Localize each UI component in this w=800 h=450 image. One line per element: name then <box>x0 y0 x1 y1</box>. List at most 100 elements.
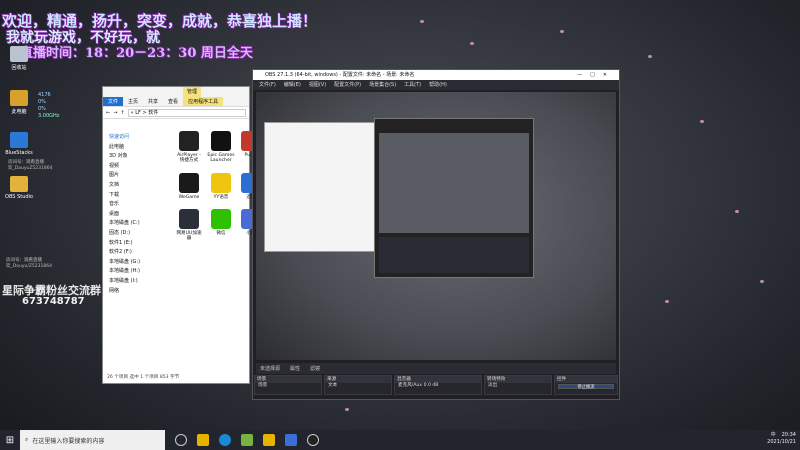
forward-arrow-icon[interactable]: → <box>113 110 117 116</box>
nav-item[interactable]: 音乐 <box>103 200 167 210</box>
menu-item[interactable]: 编辑(E) <box>284 80 301 90</box>
nested-obs-window <box>374 118 534 278</box>
menu-item[interactable]: 帮助(H) <box>429 80 447 90</box>
navigation-pane: 快速访问 此电脑 3D 对象 视频 图片 文档 下载 音乐 桌面 本地磁盘 (C… <box>103 133 167 368</box>
up-arrow-icon[interactable]: ↑ <box>120 110 124 116</box>
nav-item[interactable]: 本地磁盘 (I:) <box>103 277 167 287</box>
file-explorer-window[interactable]: 管理 文件 主页 共享 查看 应用程序工具 ← → ↑ « LF > 软件 快速… <box>102 86 261 384</box>
window-controls-icon[interactable]: —□✕ <box>577 70 615 80</box>
nav-item-network[interactable]: 网络 <box>103 287 167 297</box>
scene-item[interactable]: 场景 <box>255 383 321 389</box>
petal-decoration <box>560 30 564 33</box>
petal-decoration <box>700 120 704 123</box>
nav-item[interactable]: 3D 对象 <box>103 152 167 162</box>
app-label: YY语音 <box>213 195 229 200</box>
bluestacks-icon[interactable]: BlueStacks <box>2 132 36 156</box>
transitions-panel: 转场特效 淡出 <box>484 375 552 395</box>
stop-streaming-button[interactable]: 停止推流 <box>558 384 614 390</box>
nav-item[interactable]: 下载 <box>103 191 167 201</box>
nav-item[interactable]: 本地磁盘 (G:) <box>103 258 167 268</box>
overlay-schedule: 直播时间：18：20－23：30 周日全天 <box>20 46 253 61</box>
tab-view[interactable]: 查看 <box>163 97 183 106</box>
transition-select[interactable]: 淡出 <box>488 383 497 388</box>
app-label: WeGame <box>178 195 200 200</box>
recycle-bin-icon[interactable]: 回收站 <box>2 46 36 71</box>
properties-button[interactable]: 属性 <box>290 365 300 372</box>
manage-label: 管理 <box>183 87 202 97</box>
petal-decoration <box>665 300 669 303</box>
app-epic[interactable]: Epic Games Launcher <box>207 131 235 163</box>
no-source-label: 未选择源 <box>260 366 281 372</box>
obs-taskbar-icon[interactable] <box>307 434 319 446</box>
clock-time[interactable]: 20:34 <box>782 432 796 438</box>
petal-decoration <box>345 408 349 411</box>
taskbar: ⊞ ⌕ 在这里输入你要搜索的内容 中 20:34 2021/10/21 <box>0 430 800 450</box>
nav-item[interactable]: 图片 <box>103 171 167 181</box>
menu-item[interactable]: 工具(T) <box>404 80 421 90</box>
clock-date[interactable]: 2021/10/21 <box>767 439 796 446</box>
nested-panels <box>379 237 529 273</box>
search-icon: ⌕ <box>25 436 29 443</box>
menu-item[interactable]: 场景集合(S) <box>369 80 396 90</box>
mixer-panel: 混音器 麦克风/Aux 0.0 dB <box>394 375 482 395</box>
windows-start-icon[interactable]: ⊞ <box>0 430 20 450</box>
nav-item[interactable]: 软件1 (E:) <box>103 239 167 249</box>
sources-header: 来源 <box>325 376 391 383</box>
petal-decoration <box>420 20 424 23</box>
tab-share[interactable]: 共享 <box>143 97 163 106</box>
edge-icon[interactable] <box>219 434 231 446</box>
sysinfo-value: 0% <box>38 106 46 112</box>
ribbon-tabs: 文件 主页 共享 查看 应用程序工具 <box>103 97 249 107</box>
nav-item-this-pc[interactable]: 此电脑 <box>103 143 167 153</box>
nav-item[interactable]: 本地磁盘 (H:) <box>103 267 167 277</box>
task-view-icon[interactable] <box>175 434 187 446</box>
chat-line: 房间号：观看直播 欢_DauyuZ5231864 <box>8 160 53 171</box>
source-item[interactable]: 文本 <box>325 383 391 389</box>
app-yy[interactable]: YY语音 <box>207 173 235 200</box>
folder-icon[interactable] <box>263 434 275 446</box>
filters-button[interactable]: 滤镜 <box>310 365 320 372</box>
app-label: AirPlayer - 快捷方式 <box>177 153 201 163</box>
this-pc-icon[interactable]: 此电脑 <box>2 90 36 115</box>
store-icon[interactable] <box>241 434 253 446</box>
app-label: 微信 <box>216 231 226 236</box>
app-wechat[interactable]: 微信 <box>207 209 235 236</box>
nav-item[interactable]: 固态 (D:) <box>103 229 167 239</box>
app-icon[interactable] <box>285 434 297 446</box>
menu-item[interactable]: 文件(F) <box>259 80 276 90</box>
controls-panel: 控件 停止推流 <box>554 375 618 395</box>
obs-preview[interactable] <box>256 92 616 360</box>
desktop-icon-label: 回收站 <box>11 65 27 71</box>
nav-item[interactable]: 软件2 (F:) <box>103 248 167 258</box>
controls-header: 控件 <box>555 376 617 383</box>
taskbar-search[interactable]: ⌕ 在这里输入你要搜索的内容 <box>20 430 165 450</box>
search-placeholder: 在这里输入你要搜索的内容 <box>32 437 105 445</box>
nav-item[interactable]: 文档 <box>103 181 167 191</box>
mixer-channel-name: 麦克风/Aux <box>398 383 423 388</box>
explorer-status: 26 个项目 选中 1 个项目 853 字节 <box>107 375 180 380</box>
petal-decoration <box>648 55 652 58</box>
app-airplayer[interactable]: AirPlayer - 快捷方式 <box>175 131 203 163</box>
app-uu[interactable]: 网易UU加速器 <box>175 209 203 241</box>
transitions-header: 转场特效 <box>485 376 551 383</box>
file-explorer-taskbar-icon[interactable] <box>197 434 209 446</box>
tab-home[interactable]: 主页 <box>123 97 143 106</box>
petal-decoration <box>735 210 739 213</box>
nav-item-quick-access[interactable]: 快速访问 <box>103 133 167 143</box>
path-field[interactable]: « LF > 软件 <box>127 108 246 117</box>
app-wegame[interactable]: WeGame <box>175 173 203 200</box>
nav-item[interactable]: 视频 <box>103 162 167 172</box>
menu-item[interactable]: 视图(V) <box>309 80 326 90</box>
nav-item[interactable]: 桌面 <box>103 210 167 220</box>
obs-shortcut-icon[interactable]: OBS Studio <box>2 176 36 200</box>
obs-window[interactable]: OBS 27.1.3 (64-bit, windows) - 配置文件: 未命名… <box>252 69 620 400</box>
nav-item[interactable]: 本地磁盘 (C:) <box>103 219 167 229</box>
sysinfo-widget: 4176 0% 0% 3.00GHz <box>38 92 59 120</box>
ime-label[interactable]: 中 <box>771 432 776 438</box>
mixer-db: 0.0 dB <box>423 383 439 388</box>
obs-menubar: 文件(F) 编辑(E) 视图(V) 配置文件(P) 场景集合(S) 工具(T) … <box>253 80 619 90</box>
menu-item[interactable]: 配置文件(P) <box>334 80 361 90</box>
back-arrow-icon[interactable]: ← <box>106 110 110 116</box>
tab-file[interactable]: 文件 <box>103 97 124 106</box>
tab-app-tools[interactable]: 应用程序工具 <box>183 97 224 106</box>
